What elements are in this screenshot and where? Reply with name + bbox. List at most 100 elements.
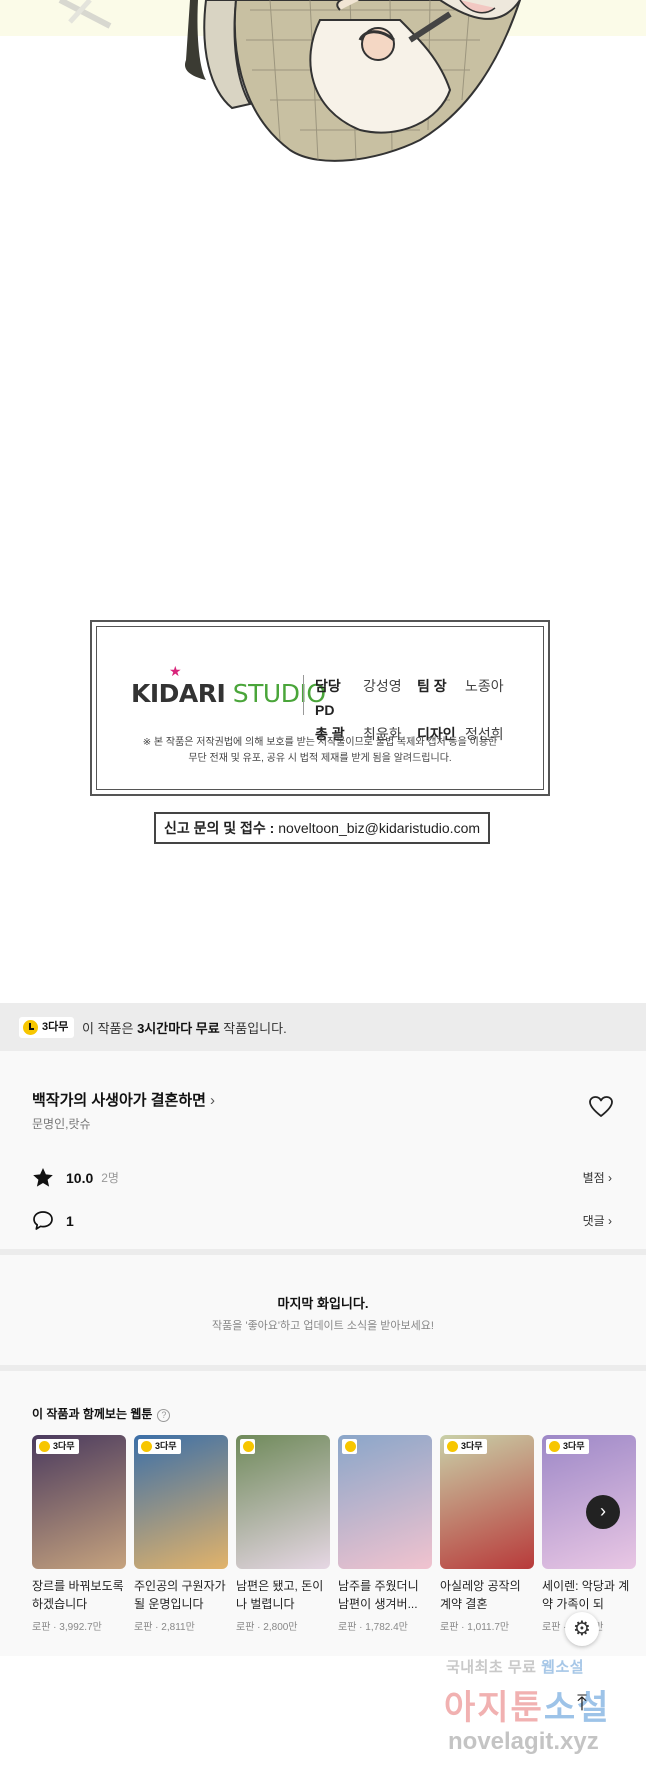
- free-text-post: 작품입니다.: [219, 1021, 287, 1036]
- last-episode-notice: 마지막 화입니다. 작품을 '좋아요'하고 업데이트 소식을 받아보세요!: [0, 1255, 646, 1365]
- recommendation-card[interactable]: 3다무주인공의 구원자가 될 운명입니다로판 · 2,811만: [134, 1435, 228, 1633]
- recommendation-card[interactable]: 3다무세이렌: 악당과 계약 가족이 되로판 · 7,159만: [542, 1435, 636, 1633]
- work-authors: 문명인,랏슈: [32, 1117, 91, 1131]
- badge-label: 3다무: [42, 1021, 69, 1033]
- last-episode-subtitle: 작품을 '좋아요'하고 업데이트 소식을 받아보세요!: [212, 1320, 434, 1332]
- staff-row: 담당 PD 강성영 팀 장 노종아: [315, 674, 541, 722]
- gear-icon[interactable]: ⚙: [565, 1612, 599, 1646]
- logo-studio-text: STUDIO: [232, 679, 326, 708]
- report-label: 신고 문의 및 접수 :: [163, 820, 275, 836]
- rating-row: 10.0 2명: [32, 1167, 119, 1188]
- card-meta: 로판 · 2,800만: [236, 1622, 298, 1633]
- cover-thumbnail[interactable]: [236, 1435, 330, 1569]
- star-icon: [33, 1168, 53, 1187]
- wait-free-badge: 3다무: [546, 1439, 589, 1454]
- free-text-bold: 3시간마다 무료: [137, 1021, 220, 1036]
- heart-icon[interactable]: [588, 1095, 614, 1119]
- comment-count: 1: [66, 1212, 74, 1229]
- clock-icon: [447, 1441, 458, 1452]
- arrow-up-icon[interactable]: ⤒: [565, 1687, 599, 1721]
- wait-free-badge: [342, 1439, 357, 1454]
- recommendation-card[interactable]: 3다무장르를 바꿔보도록 하겠습니다로판 · 3,992.7만: [32, 1435, 126, 1633]
- notice-line: ※ 본 작품은 저작권법에 의해 보호를 받는 저작물이므로 불법 복제와 캡처…: [142, 737, 498, 748]
- free-every-banner: 3다무 이 작품은 3시간마다 무료 작품입니다.: [0, 1003, 646, 1051]
- cover-thumbnail[interactable]: 3다무: [32, 1435, 126, 1569]
- clock-icon: [39, 1441, 50, 1452]
- credits-inner-frame: ★ KIDARI STUDIO 담당 PD 강성영 팀 장 노종아 총 괄 최윤…: [96, 626, 544, 790]
- card-title[interactable]: 아실레앙 공작의 계약 결혼: [440, 1577, 534, 1613]
- wait-free-badge: 3다무: [36, 1439, 79, 1454]
- comments-link[interactable]: 댓글 ›: [583, 1212, 612, 1229]
- wait-free-badge: 3다무: [138, 1439, 181, 1454]
- comic-panel-image: [0, 0, 646, 180]
- report-email: noveltoon_biz@kidaristudio.com: [278, 820, 481, 836]
- cover-thumbnail[interactable]: [338, 1435, 432, 1569]
- wait-free-badge: 3다무: [19, 1017, 75, 1038]
- work-title-link[interactable]: 백작가의 사생아가 결혼하면 ›: [32, 1089, 215, 1110]
- chevron-right-icon: ›: [608, 1214, 612, 1228]
- card-meta: 로판 · 3,992.7만: [32, 1622, 102, 1633]
- rate-link-label: 별점: [582, 1171, 605, 1185]
- chevron-right-icon: ›: [209, 1092, 215, 1109]
- work-title: 백작가의 사생아가 결혼하면: [32, 1092, 206, 1109]
- staff-role: 팀 장: [417, 678, 447, 694]
- clock-icon: [243, 1441, 254, 1452]
- rater-count: 2명: [101, 1171, 119, 1185]
- card-title[interactable]: 세이렌: 악당과 계약 가족이 되: [542, 1577, 636, 1613]
- card-title[interactable]: 주인공의 구원자가 될 운명입니다: [134, 1577, 228, 1613]
- watermark-url: novelagit.xyz: [448, 1728, 599, 1755]
- card-meta: 로판 · 2,811만: [134, 1622, 195, 1633]
- card-title[interactable]: 남주를 주웠더니 남편이 생겨버...: [338, 1577, 432, 1613]
- copyright-notice: ※ 본 작품은 저작권법에 의해 보호를 받는 저작물이므로 불법 복제와 캡처…: [107, 735, 533, 767]
- clock-icon: [23, 1020, 38, 1035]
- badge-label: 3다무: [563, 1441, 585, 1451]
- watermark-text: 아지툰: [444, 1689, 544, 1727]
- card-title[interactable]: 남편은 됐고, 돈이나 벌렵니다: [236, 1577, 330, 1613]
- site-watermark: 국내최초 무료 웹소설 아지툰소설 novelagit.xyz: [440, 1656, 640, 1766]
- clock-icon: [549, 1441, 560, 1452]
- badge-label: 3다무: [53, 1441, 75, 1451]
- wait-free-badge: [240, 1439, 255, 1454]
- recommendation-card[interactable]: 남주를 주웠더니 남편이 생겨버... 로판 · 1,782.4만: [338, 1435, 432, 1633]
- watermark-text: 웹소설: [541, 1659, 585, 1676]
- watermark-line1: 국내최초 무료 웹소설: [446, 1656, 584, 1677]
- logo-star-icon: ★: [169, 664, 182, 680]
- last-episode-title: 마지막 화입니다.: [277, 1296, 369, 1311]
- help-icon[interactable]: ?: [157, 1409, 171, 1422]
- watermark-text: 국내최초 무료: [446, 1659, 542, 1676]
- free-text-pre: 이 작품은: [82, 1021, 138, 1036]
- rating-score: 10.0: [66, 1169, 94, 1186]
- recommendations-heading-text: 이 작품과 함께보는 웹툰: [32, 1407, 153, 1421]
- recommendations-heading: 이 작품과 함께보는 웹툰?: [32, 1405, 171, 1422]
- report-contact-box: 신고 문의 및 접수 : noveltoon_biz@kidaristudio.…: [154, 812, 490, 844]
- wait-free-badge: 3다무: [444, 1439, 487, 1454]
- recommendations-section: 이 작품과 함께보는 웹툰? 3다무장르를 바꿔보도록 하겠습니다로판 · 3,…: [0, 1371, 646, 1656]
- staff-name: 노종아: [465, 678, 504, 694]
- badge-label: 3다무: [461, 1441, 483, 1451]
- card-meta: 로판 · 1,011.7만: [440, 1622, 510, 1633]
- badge-label: 3다무: [155, 1441, 177, 1451]
- work-info-section: 백작가의 사생아가 결혼하면 › 문명인,랏슈 10.0 2명 별점 › 1 댓글…: [0, 1051, 646, 1249]
- logo-divider: [303, 675, 304, 715]
- cover-thumbnail[interactable]: 3다무: [440, 1435, 534, 1569]
- comments-link-label: 댓글: [582, 1214, 605, 1228]
- card-meta: 로판 · 1,782.4만: [338, 1622, 408, 1633]
- kidari-studio-logo: ★ KIDARI STUDIO: [131, 664, 326, 708]
- clock-icon: [141, 1441, 152, 1452]
- free-banner-text: 이 작품은 3시간마다 무료 작품입니다.: [82, 1018, 287, 1037]
- chevron-right-icon: ›: [608, 1171, 612, 1185]
- cover-thumbnail[interactable]: 3다무: [134, 1435, 228, 1569]
- chevron-right-icon[interactable]: ›: [586, 1495, 620, 1529]
- comment-row: 1: [32, 1210, 74, 1231]
- comment-bubble-icon: [33, 1211, 53, 1230]
- card-title[interactable]: 장르를 바꿔보도록 하겠습니다: [32, 1577, 126, 1613]
- staff-name: 강성영: [363, 678, 402, 694]
- credits-box: ★ KIDARI STUDIO 담당 PD 강성영 팀 장 노종아 총 괄 최윤…: [90, 620, 550, 796]
- staff-role: 담당 PD: [315, 678, 341, 718]
- notice-line: 무단 전재 및 유포, 공유 시 법적 제재를 받게 됨을 알려드립니다.: [188, 753, 452, 764]
- clock-icon: [345, 1441, 356, 1452]
- recommendation-card[interactable]: 3다무아실레앙 공작의 계약 결혼로판 · 1,011.7만: [440, 1435, 534, 1633]
- recommendation-card[interactable]: 남편은 됐고, 돈이나 벌렵니다로판 · 2,800만: [236, 1435, 330, 1633]
- logo-kidari-text: KIDARI: [131, 679, 226, 708]
- rate-link[interactable]: 별점 ›: [583, 1169, 612, 1186]
